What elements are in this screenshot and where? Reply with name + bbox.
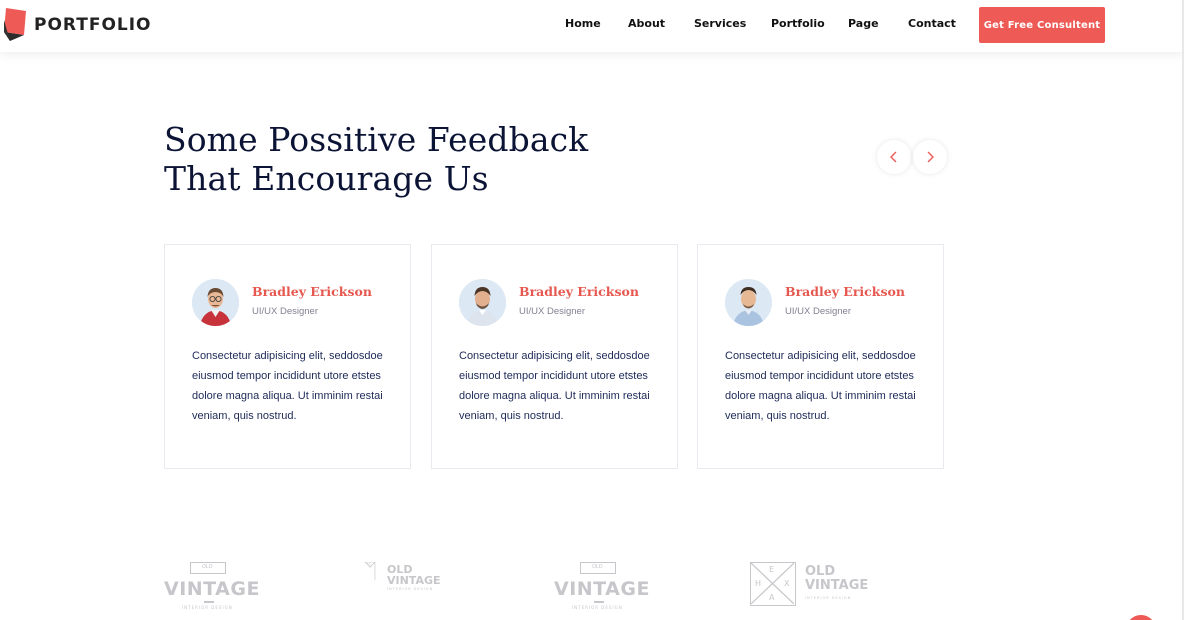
flag-icon (364, 562, 376, 580)
testimonial-card: Bradley Erickson UI/UX Designer Consecte… (164, 244, 411, 469)
scroll-to-top-button[interactable] (1126, 615, 1156, 620)
section-title-line-1: Some Possitive Feedback (164, 120, 589, 159)
chevron-left-icon (890, 151, 897, 163)
nav-about[interactable]: About (628, 17, 665, 30)
avatar (459, 279, 506, 326)
avatar (192, 279, 239, 326)
brand-sub: INTERIOR DESIGN (182, 605, 233, 610)
testimonial-name: Bradley Erickson (785, 284, 905, 299)
testimonial-card: Bradley Erickson UI/UX Designer Consecte… (697, 244, 944, 469)
brand-box-icon: OLD (190, 562, 226, 574)
brand-x-icon: E H X A (750, 562, 796, 606)
testimonial-text: Consectetur adipisicing elit, seddosdoe … (725, 350, 916, 422)
brand-word: VINTAGE (164, 578, 260, 600)
brand-sub: INTERIOR DESIGN (387, 587, 434, 591)
brand-word-old: OLD (805, 564, 836, 579)
testimonial-role: UI/UX Designer (252, 306, 318, 317)
testimonial-role: UI/UX Designer (519, 306, 585, 317)
brand-word: VINTAGE (805, 578, 869, 593)
brand-word: VINTAGE (554, 578, 650, 600)
testimonial-name: Bradley Erickson (519, 284, 639, 299)
avatar (725, 279, 772, 326)
get-free-consultant-button[interactable]: Get Free Consultent (979, 7, 1105, 43)
site-header: PORTFOLIO Home About Services Portfolio … (0, 0, 1184, 52)
logo[interactable]: PORTFOLIO (2, 8, 152, 41)
testimonial-card: Bradley Erickson UI/UX Designer Consecte… (431, 244, 678, 469)
testimonial-text: Consectetur adipisicing elit, seddosdoe … (459, 350, 650, 422)
nav-contact[interactable]: Contact (908, 17, 956, 30)
testimonial-role: UI/UX Designer (785, 306, 851, 317)
section-title-line-2: That Encourage Us (164, 159, 489, 198)
brand-sub: INTERIOR DESIGN (805, 596, 852, 600)
chevron-right-icon (927, 151, 934, 163)
carousel-next-button[interactable] (913, 140, 947, 174)
brand-word: VINTAGE (387, 574, 441, 587)
testimonial-name: Bradley Erickson (252, 284, 372, 299)
nav-home[interactable]: Home (565, 17, 601, 30)
brand-sub: INTERIOR DESIGN (572, 605, 623, 610)
nav-page[interactable]: Page (848, 17, 879, 30)
brand-box-icon: OLD (580, 562, 616, 574)
section-title: Some Possitive Feedback That Encourage U… (164, 120, 588, 198)
nav-portfolio[interactable]: Portfolio (771, 17, 825, 30)
carousel-prev-button[interactable] (877, 140, 911, 174)
testimonial-text: Consectetur adipisicing elit, seddosdoe … (192, 350, 383, 422)
logo-text: PORTFOLIO (34, 15, 152, 35)
logo-icon (2, 8, 30, 41)
nav-services[interactable]: Services (694, 17, 746, 30)
